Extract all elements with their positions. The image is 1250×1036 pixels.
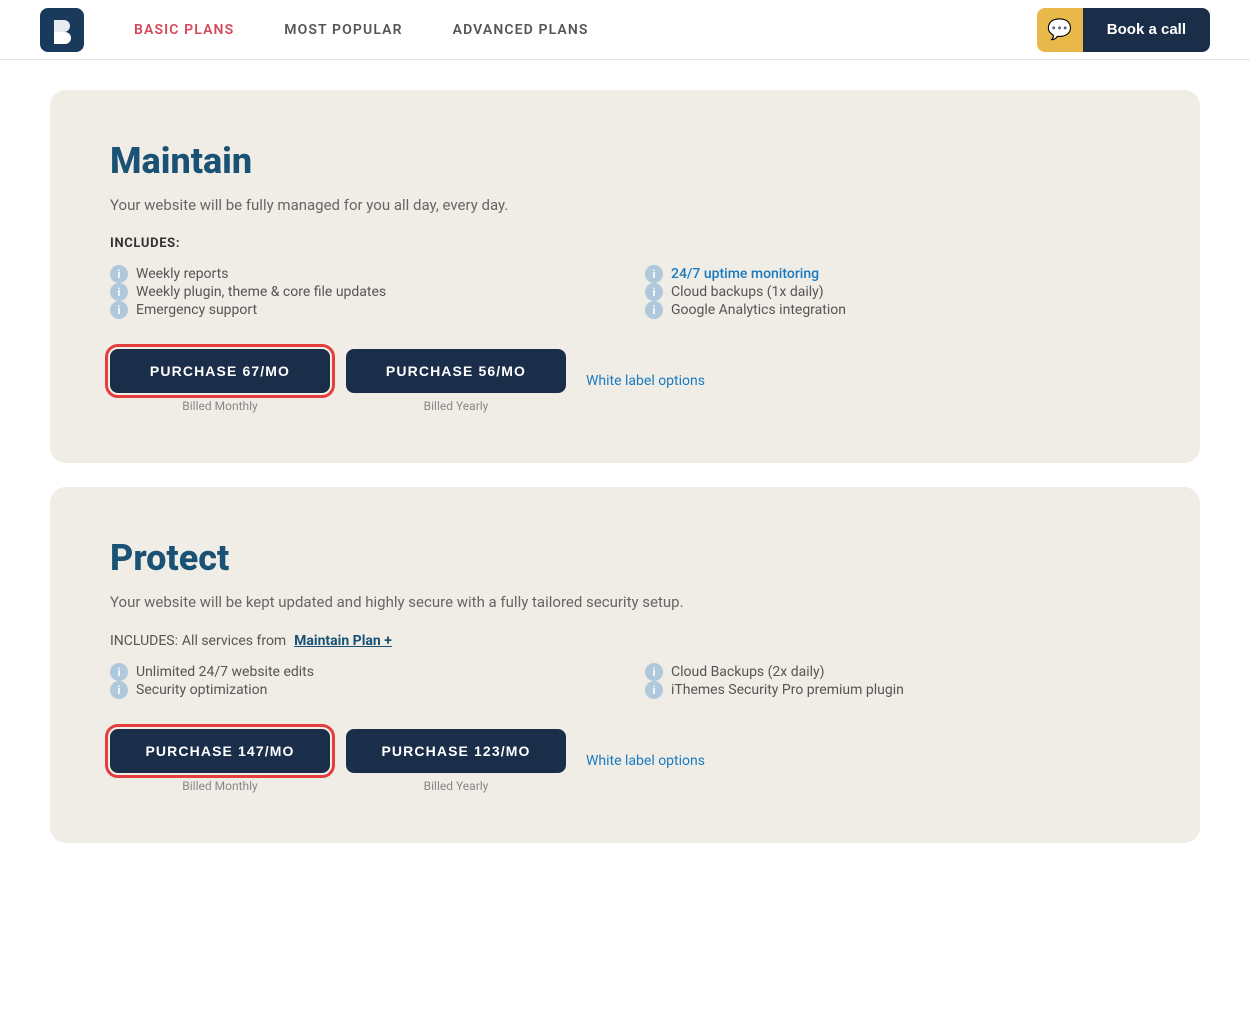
feature-cloud-backups-2x: i Cloud Backups (2x daily) [645, 663, 1140, 681]
protect-features: i Unlimited 24/7 website edits i Securit… [110, 663, 1140, 699]
info-icon: i [645, 681, 663, 699]
feature-analytics: i Google Analytics integration [645, 301, 1140, 319]
maintain-billed-monthly-label: Billed Monthly [182, 399, 257, 413]
protect-purchase-row: PURCHASE 147/mo Billed Monthly PURCHASE … [110, 729, 1140, 793]
maintain-includes-label: INCLUDES: [110, 236, 1140, 251]
maintain-features: i Weekly reports i Weekly plugin, theme … [110, 265, 1140, 319]
info-icon: i [645, 265, 663, 283]
protect-description: Your website will be kept updated and hi… [110, 593, 1140, 611]
info-icon: i [645, 663, 663, 681]
maintain-purchase-row: PURCHASE 67/mo Billed Monthly PURCHASE 5… [110, 349, 1140, 413]
feature-plugin-updates: i Weekly plugin, theme & core file updat… [110, 283, 605, 301]
protect-purchase-monthly-button[interactable]: PURCHASE 147/mo [110, 729, 330, 773]
nav-right: 💬 Book a call [1037, 8, 1210, 52]
maintain-features-right: i 24/7 uptime monitoring i Cloud backups… [645, 265, 1140, 319]
chat-icon: 💬 [1047, 17, 1072, 42]
feature-unlimited-edits: i Unlimited 24/7 website edits [110, 663, 605, 681]
info-icon: i [110, 301, 128, 319]
info-icon: i [110, 663, 128, 681]
chat-button[interactable]: 💬 [1037, 8, 1083, 52]
feature-ithemes: i iThemes Security Pro premium plugin [645, 681, 1140, 699]
navbar: Basic Plans Most Popular Advanced Plans … [0, 0, 1250, 60]
maintain-yearly-group: PURCHASE 56/mo Billed Yearly [346, 349, 566, 413]
protect-monthly-group: PURCHASE 147/mo Billed Monthly [110, 729, 330, 793]
nav-left: Basic Plans Most Popular Advanced Plans [40, 8, 589, 52]
protect-features-left: i Unlimited 24/7 website edits i Securit… [110, 663, 605, 699]
feature-weekly-reports: i Weekly reports [110, 265, 605, 283]
protect-title: Protect [110, 537, 1140, 579]
maintain-plan-card: Maintain Your website will be fully mana… [50, 90, 1200, 463]
page-content: Maintain Your website will be fully mana… [0, 60, 1250, 897]
info-icon: i [110, 265, 128, 283]
maintain-billed-yearly-label: Billed Yearly [424, 399, 489, 413]
logo-icon [40, 8, 84, 52]
protect-yearly-group: PURCHASE 123/mo Billed Yearly [346, 729, 566, 793]
protect-billed-monthly-label: Billed Monthly [182, 779, 257, 793]
feature-cloud-backups: i Cloud backups (1x daily) [645, 283, 1140, 301]
info-icon: i [645, 301, 663, 319]
book-call-button[interactable]: Book a call [1083, 8, 1210, 52]
feature-emergency-support: i Emergency support [110, 301, 605, 319]
protect-white-label-link[interactable]: White label options [586, 753, 705, 769]
nav-advanced-plans[interactable]: Advanced Plans [453, 22, 589, 38]
nav-most-popular[interactable]: Most Popular [284, 22, 402, 38]
maintain-purchase-monthly-button[interactable]: PURCHASE 67/mo [110, 349, 330, 393]
info-icon: i [110, 681, 128, 699]
protect-purchase-yearly-button[interactable]: PURCHASE 123/mo [346, 729, 566, 773]
protect-includes-label: INCLUDES: All services from Maintain Pla… [110, 633, 1140, 649]
maintain-title: Maintain [110, 140, 1140, 182]
maintain-plan-link[interactable]: Maintain Plan + [294, 633, 392, 649]
nav-basic-plans[interactable]: Basic Plans [134, 22, 234, 38]
feature-security-optimization: i Security optimization [110, 681, 605, 699]
maintain-description: Your website will be fully managed for y… [110, 196, 1140, 214]
feature-uptime-monitoring: i 24/7 uptime monitoring [645, 265, 1140, 283]
logo [40, 8, 84, 52]
maintain-features-left: i Weekly reports i Weekly plugin, theme … [110, 265, 605, 319]
protect-billed-yearly-label: Billed Yearly [424, 779, 489, 793]
maintain-monthly-group: PURCHASE 67/mo Billed Monthly [110, 349, 330, 413]
maintain-white-label-link[interactable]: White label options [586, 373, 705, 389]
protect-plan-card: Protect Your website will be kept update… [50, 487, 1200, 843]
info-icon: i [645, 283, 663, 301]
info-icon: i [110, 283, 128, 301]
nav-links: Basic Plans Most Popular Advanced Plans [134, 22, 589, 38]
protect-features-right: i Cloud Backups (2x daily) i iThemes Sec… [645, 663, 1140, 699]
maintain-purchase-yearly-button[interactable]: PURCHASE 56/mo [346, 349, 566, 393]
